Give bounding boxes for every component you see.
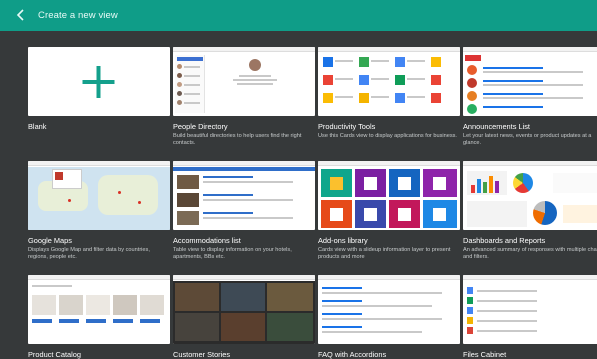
template-thumbnail [318,275,460,344]
template-card-product-catalog[interactable]: Product Catalog [28,275,170,359]
template-card-faq-with-accordions[interactable]: FAQ with Accordions [318,275,460,359]
template-thumbnail [28,275,170,344]
template-thumbnail [28,161,170,230]
template-name: Dashboards and Reports [463,236,546,245]
template-description: Build beautiful directories to help user… [173,133,302,147]
template-card-people-directory[interactable]: People Directory Build beautiful directo… [173,47,315,146]
template-thumbnail [463,47,597,116]
plus-icon [82,66,115,98]
template-card-blank[interactable]: Blank [28,47,170,131]
template-card-dashboards-and-reports[interactable]: Dashboards and Reports An advanced summa… [463,161,597,260]
template-name: People Directory [173,122,228,131]
template-description: Cards view with a slideup information la… [318,247,451,261]
template-name: Accommodations list [173,236,241,245]
template-thumbnail [173,161,315,230]
template-description: Use this Cards view to display applicati… [318,133,457,139]
template-thumbnail [318,47,460,116]
template-name: Blank [28,122,47,131]
template-name: FAQ with Accordions [318,350,387,359]
template-card-accommodations-list[interactable]: Accommodations list Table view to displa… [173,161,315,260]
template-name: Productivity Tools [318,122,376,131]
template-thumbnail [173,47,315,116]
template-description: Displays Google Map and filter data by c… [28,247,150,261]
template-name: Files Cabinet [463,350,507,359]
template-description: Table view to display information on you… [173,247,292,261]
template-name: Customer Stories [173,350,231,359]
template-thumbnail [463,161,597,230]
template-name: Google Maps [28,236,72,245]
template-name: Announcements List [463,122,530,131]
template-thumbnail [463,275,597,344]
template-description: An advanced summary of responses with mu… [463,247,597,261]
template-card-google-maps[interactable]: Google Maps Displays Google Map and filt… [28,161,170,260]
template-thumbnail [318,161,460,230]
template-name: Add-ons library [318,236,368,245]
template-thumbnail [28,47,170,116]
template-card-announcements-list[interactable]: Announcements List Let your latest news,… [463,47,597,146]
template-thumbnail [173,275,315,344]
template-card-add-ons-library[interactable]: Add-ons library Cards view with a slideu… [318,161,460,260]
template-grid: Blank People Directory Build beautiful d… [0,0,597,359]
template-card-productivity-tools[interactable]: Productivity Tools Use this Cards view t… [318,47,460,139]
template-name: Product Catalog [28,350,81,359]
template-card-customer-stories[interactable]: Customer Stories [173,275,315,359]
template-card-files-cabinet[interactable]: Files Cabinet [463,275,597,359]
template-description: Let your latest news, events or product … [463,133,592,147]
